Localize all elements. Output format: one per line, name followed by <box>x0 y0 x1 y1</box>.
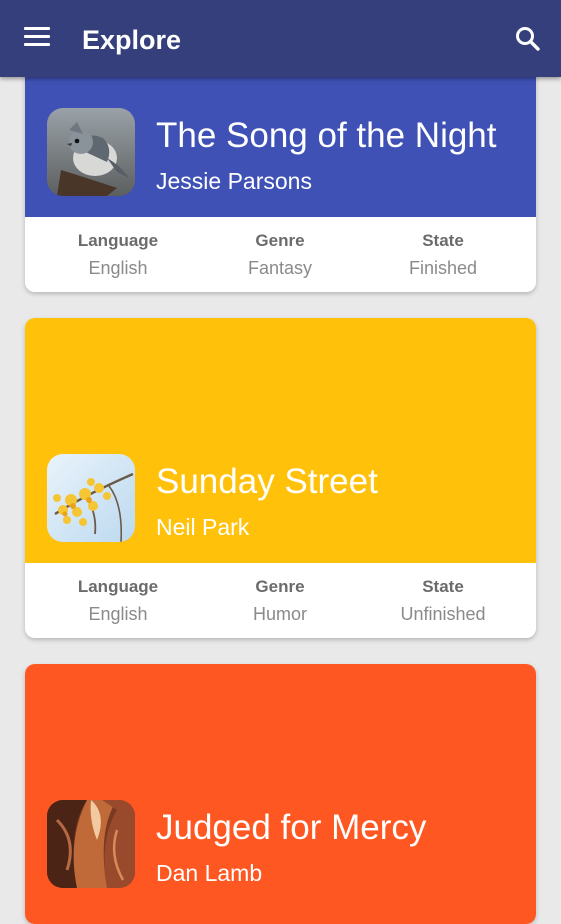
state-value: Unfinished <box>400 604 486 624</box>
state-value: Finished <box>408 258 478 278</box>
card-header: Sunday Street Neil Park <box>25 318 536 563</box>
leaves-cover-image <box>47 454 135 542</box>
book-author: Jessie Parsons <box>156 168 312 194</box>
book-card[interactable]: Judged for Mercy Dan Lamb <box>25 664 536 924</box>
state-label: State <box>422 577 464 596</box>
language-label: Language <box>77 231 159 250</box>
genre-label: Genre <box>255 577 305 596</box>
menu-icon[interactable] <box>24 27 52 49</box>
book-card[interactable]: The Song of the Night Jessie Parsons Lan… <box>25 60 536 292</box>
book-author: Neil Park <box>156 514 250 540</box>
book-title: Judged for Mercy <box>156 808 427 847</box>
page-title: Explore <box>82 25 182 55</box>
language-value: English <box>88 258 148 278</box>
book-card[interactable]: Sunday Street Neil Park Language English… <box>25 318 536 638</box>
app-bar: Explore <box>0 0 561 77</box>
card-header: Judged for Mercy Dan Lamb <box>25 664 536 924</box>
book-author: Dan Lamb <box>156 860 263 886</box>
language-value: English <box>88 604 148 624</box>
genre-value: Humor <box>252 604 307 624</box>
state-label: State <box>422 231 464 250</box>
language-label: Language <box>77 577 159 596</box>
book-meta: Language English Genre Fantasy State Fin… <box>25 217 536 292</box>
book-meta: Language English Genre Humor State Unfin… <box>25 563 536 638</box>
search-icon[interactable] <box>513 24 543 54</box>
card-header: The Song of the Night Jessie Parsons <box>25 60 536 217</box>
book-title: Sunday Street <box>156 462 378 501</box>
genre-value: Fantasy <box>247 258 313 278</box>
canyon-cover-image <box>47 800 135 888</box>
book-title: The Song of the Night <box>156 116 497 155</box>
genre-label: Genre <box>255 231 305 250</box>
bird-cover-image <box>47 108 135 196</box>
